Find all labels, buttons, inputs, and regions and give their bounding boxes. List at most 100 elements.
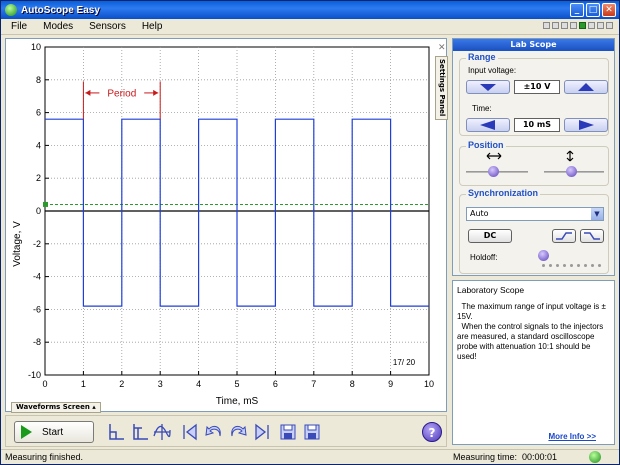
arrow-left-icon xyxy=(480,120,495,130)
x-tick-label: 4 xyxy=(196,379,201,389)
status-bar: Measuring finished. Measuring time: 00:0… xyxy=(1,449,619,464)
position-title: Position xyxy=(466,140,506,150)
input-voltage-label: Input voltage: xyxy=(468,66,517,75)
y-tick-label: 6 xyxy=(36,108,41,118)
chevron-down-icon: ▼ xyxy=(591,208,603,220)
menu-help[interactable]: Help xyxy=(134,21,171,32)
falling-edge-button[interactable] xyxy=(580,229,604,243)
arrow-right-icon xyxy=(579,120,594,130)
x-tick-label: 8 xyxy=(350,379,355,389)
mode-indicator-icon[interactable] xyxy=(543,22,550,29)
bottom-toolbar: Start ? xyxy=(5,415,447,447)
scope-display: 10 8 6 4 2 0 -2 -4 -6 -8 -10 0 1 2 3 4 5 6 7 8 9 10 Voltage,… xyxy=(5,38,447,412)
window-title: AutoScope Easy xyxy=(21,4,100,16)
mode-indicator-icons xyxy=(543,22,613,29)
x-tick-label: 7 xyxy=(311,379,316,389)
lab-scope-panel: Lab Scope Range Input voltage: ±10 V Tim… xyxy=(452,38,615,276)
measuring-time-label: Measuring time: xyxy=(453,452,518,462)
sync-title: Synchronization xyxy=(466,188,541,198)
info-title: Laboratory Scope xyxy=(457,285,525,295)
period-label: Period xyxy=(107,88,136,99)
voltage-increase-button[interactable] xyxy=(564,80,608,94)
y-tick-label: -10 xyxy=(28,370,41,380)
y-tick-label: 8 xyxy=(36,75,41,85)
info-panel: Laboratory Scope The maximum range of in… xyxy=(452,280,615,445)
y-tick-label: 0 xyxy=(36,206,41,216)
y-axis-label: Voltage, V xyxy=(12,221,23,267)
status-message: Measuring finished. xyxy=(5,452,84,462)
x-tick-label: 6 xyxy=(273,379,278,389)
holdoff-scale xyxy=(542,264,601,267)
minimize-button[interactable]: _ xyxy=(570,3,584,17)
y-tick-label: -8 xyxy=(33,337,41,347)
time-increase-button[interactable] xyxy=(564,118,608,132)
help-icon[interactable]: ? xyxy=(422,422,442,442)
tab-settings-panel[interactable]: Settings Panel xyxy=(435,56,448,120)
mode-indicator-icon[interactable] xyxy=(588,22,595,29)
horizontal-position-slider[interactable] xyxy=(488,166,499,177)
previous-frame-icon[interactable] xyxy=(204,422,224,442)
menu-sensors[interactable]: Sensors xyxy=(81,21,134,32)
vertical-position-slider[interactable] xyxy=(566,166,577,177)
trigger-level-marker[interactable] xyxy=(43,201,48,207)
waveform-chart[interactable]: 10 8 6 4 2 0 -2 -4 -6 -8 -10 0 1 2 3 4 5 6 7 8 9 10 Voltage,… xyxy=(6,39,446,411)
waveform-mode-icon[interactable] xyxy=(152,422,172,442)
horizontal-arrows-icon xyxy=(486,152,502,160)
measuring-time-value: 00:00:01 xyxy=(522,452,558,462)
y-tick-label: 10 xyxy=(31,42,41,52)
maximize-button[interactable]: □ xyxy=(586,3,600,17)
first-frame-icon[interactable] xyxy=(180,422,200,442)
tab-waveforms-label: Waveforms Screen xyxy=(16,403,90,411)
holdoff-label: Holdoff: xyxy=(470,253,498,262)
start-button-label: Start xyxy=(42,426,64,438)
lab-scope-header: Lab Scope xyxy=(453,39,614,51)
y-tick-label: 2 xyxy=(36,173,41,183)
voltage-decrease-button[interactable] xyxy=(466,80,510,94)
rising-edge-button[interactable] xyxy=(552,229,576,243)
x-tick-label: 3 xyxy=(158,379,163,389)
mode-indicator-icon[interactable] xyxy=(606,22,613,29)
cursor-vertical-icon[interactable] xyxy=(130,422,150,442)
frame-counter: 17/ 20 xyxy=(393,358,416,367)
mode-indicator-icon[interactable] xyxy=(570,22,577,29)
menu-file[interactable]: File xyxy=(1,21,35,32)
mode-indicator-icon[interactable] xyxy=(552,22,559,29)
title-bar[interactable]: AutoScope Easy _ □ ✕ xyxy=(1,1,619,19)
vertical-arrows-icon xyxy=(566,150,574,162)
input-voltage-value: ±10 V xyxy=(514,80,560,94)
range-title: Range xyxy=(466,52,498,62)
position-group: Position xyxy=(459,140,609,186)
info-body: The maximum range of input voltage is ± … xyxy=(457,302,606,361)
range-group: Range Input voltage: ±10 V Time: 10 mS xyxy=(459,52,609,136)
tab-waveforms-screen[interactable]: Waveforms Screen ▴ xyxy=(11,402,101,413)
coupling-dc-button[interactable]: DC xyxy=(468,229,512,243)
menu-modes[interactable]: Modes xyxy=(35,21,81,32)
mode-indicator-icon[interactable] xyxy=(579,22,586,29)
next-frame-icon[interactable] xyxy=(228,422,248,442)
y-tick-label: -2 xyxy=(33,239,41,249)
time-decrease-button[interactable] xyxy=(466,118,510,132)
y-tick-label: -6 xyxy=(33,304,41,314)
mode-indicator-icon[interactable] xyxy=(597,22,604,29)
y-tick-label: 4 xyxy=(36,140,41,150)
x-axis-label: Time, mS xyxy=(216,396,259,407)
save-icon[interactable] xyxy=(278,422,298,442)
close-icon[interactable]: ✕ xyxy=(438,43,446,53)
y-tick-label: -4 xyxy=(33,272,41,282)
close-button[interactable]: ✕ xyxy=(602,3,616,17)
cursor-horizontal-icon[interactable] xyxy=(106,422,126,442)
last-frame-icon[interactable] xyxy=(252,422,272,442)
play-icon xyxy=(21,425,32,439)
holdoff-slider[interactable] xyxy=(538,250,549,261)
x-tick-label: 2 xyxy=(119,379,124,389)
app-logo-icon xyxy=(5,4,17,16)
mode-indicator-icon[interactable] xyxy=(561,22,568,29)
more-info-link[interactable]: More Info >> xyxy=(548,432,596,441)
sync-mode-value: Auto xyxy=(470,209,489,218)
x-tick-label: 9 xyxy=(388,379,393,389)
start-button[interactable]: Start xyxy=(14,421,94,443)
x-tick-label: 5 xyxy=(234,379,239,389)
save-as-icon[interactable] xyxy=(302,422,322,442)
synchronization-group: Synchronization Auto ▼ DC Holdoff: xyxy=(459,188,609,274)
sync-mode-select[interactable]: Auto ▼ xyxy=(466,207,604,221)
